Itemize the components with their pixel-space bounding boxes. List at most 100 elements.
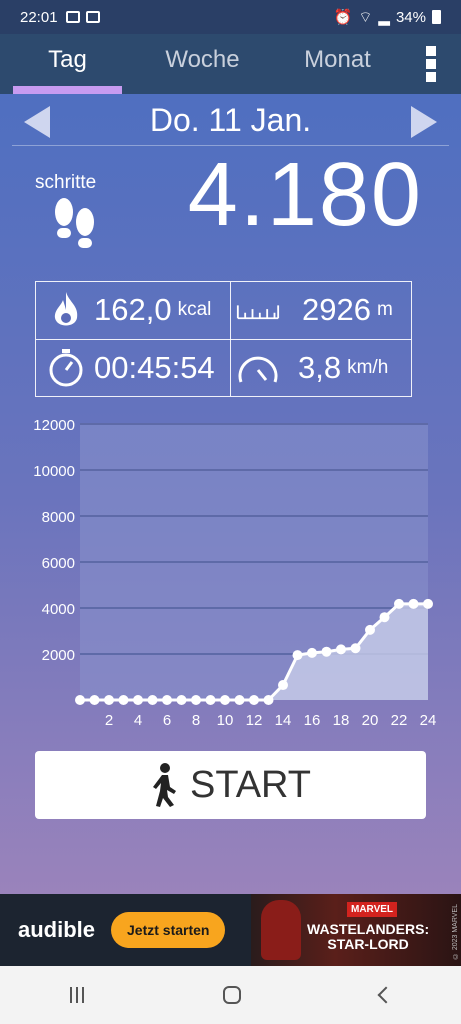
chart-point xyxy=(408,598,419,609)
ruler-icon xyxy=(236,299,280,321)
y-tick-label: 4000 xyxy=(42,601,75,618)
distance-unit: m xyxy=(376,299,393,320)
x-tick-label: 20 xyxy=(362,712,379,729)
chart-point xyxy=(379,612,390,623)
x-tick-label: 22 xyxy=(391,712,408,729)
x-tick-label: 12 xyxy=(246,712,263,729)
battery-percent: 34% xyxy=(395,8,426,26)
speed-value: 3,8 xyxy=(298,350,342,385)
chart-point xyxy=(118,695,129,705)
chart-point xyxy=(292,650,303,661)
steps-count: 4.180 xyxy=(187,145,423,245)
chart-point xyxy=(133,695,143,705)
steps-chart: 200040006000800010000120002 4 6 8 10 12 14 16 18… xyxy=(33,417,437,729)
chart-point xyxy=(220,695,230,705)
y-tick-label: 6000 xyxy=(42,555,75,572)
duration-value: 00:45:54 xyxy=(94,350,215,385)
start-button-label: START xyxy=(189,763,312,806)
calories-unit: kcal xyxy=(177,299,212,320)
x-tick-label: 18 xyxy=(333,712,350,729)
chart-point xyxy=(147,695,158,705)
speed-stat: 3,8 km/h xyxy=(236,340,412,396)
x-tick-label: 24 xyxy=(420,712,437,729)
duration-stat: 00:45:54 xyxy=(44,340,230,396)
y-tick-label: 10000 xyxy=(33,463,75,480)
ad-banner[interactable]: audible Jetzt starten MARVEL WASTELANDER… xyxy=(0,894,461,966)
status-time: 22:01 xyxy=(20,8,58,26)
menu-dot-icon xyxy=(426,59,436,69)
main-panel: Do. 11 Jan. schritte 4.180 162,0 kcal 29… xyxy=(0,94,461,894)
recent-apps-button[interactable] xyxy=(69,987,84,1003)
chart-point xyxy=(263,695,274,705)
menu-dot-icon xyxy=(426,72,436,82)
chart-point xyxy=(336,644,346,655)
tab-tag[interactable]: Tag xyxy=(0,34,135,94)
x-tick-label: 8 xyxy=(192,712,200,729)
speedometer-icon xyxy=(236,348,280,388)
smile-icon xyxy=(85,11,100,23)
wifi-icon: ⌔ xyxy=(358,8,373,26)
chart-point xyxy=(191,695,201,705)
chart-point xyxy=(205,695,216,705)
y-tick-label: 8000 xyxy=(42,509,75,526)
overflow-menu-button[interactable] xyxy=(425,46,437,82)
stats-grid: 162,0 kcal 2926 m 00:45:54 3,8 km/h xyxy=(35,281,412,397)
tab-monat[interactable]: Monat xyxy=(270,34,405,94)
chart-point xyxy=(162,695,172,705)
ad-title: WASTELANDERS: STAR-LORD xyxy=(307,921,430,953)
ad-artwork: MARVEL WASTELANDERS: STAR-LORD © 2023 MA… xyxy=(251,894,461,966)
chart-point xyxy=(278,680,288,691)
ad-copyright: © 2023 MARVEL xyxy=(452,904,459,960)
ad-brand: audible xyxy=(18,917,96,942)
next-day-button[interactable] xyxy=(411,106,437,138)
chart-point xyxy=(365,624,375,635)
speed-unit: km/h xyxy=(347,357,389,378)
distance-stat: 2926 m xyxy=(236,282,412,338)
walking-person-icon xyxy=(152,763,176,807)
x-tick-label: 16 xyxy=(304,712,321,729)
chart-point xyxy=(104,695,114,705)
chart-point xyxy=(350,643,361,654)
footprints-icon xyxy=(55,198,94,248)
ad-title-line1: WASTELANDERS: xyxy=(307,921,430,937)
distance-value: 2926 xyxy=(302,292,371,327)
gallery-icon xyxy=(65,11,80,23)
chart-point xyxy=(75,695,85,705)
chart-point xyxy=(423,598,433,609)
stopwatch-icon xyxy=(44,349,88,387)
chart-point xyxy=(176,695,187,705)
date-navigator: Do. 11 Jan. xyxy=(12,94,449,146)
date-label: Do. 11 Jan. xyxy=(149,102,312,138)
y-tick-label: 2000 xyxy=(42,647,75,664)
back-button[interactable] xyxy=(377,986,394,1004)
x-tick-label: 2 xyxy=(105,712,113,729)
chart-point xyxy=(321,646,332,657)
calories-stat: 162,0 kcal xyxy=(44,282,230,338)
start-button[interactable]: START xyxy=(35,751,426,819)
ad-marvel-logo: MARVEL xyxy=(347,902,398,917)
chart-point xyxy=(234,695,245,705)
steps-label: schritte xyxy=(35,172,97,193)
tab-woche[interactable]: Woche xyxy=(135,34,270,94)
y-tick-label: 12000 xyxy=(33,417,75,434)
battery-icon xyxy=(432,10,441,24)
system-nav-bar xyxy=(0,966,461,1024)
x-tick-label: 14 xyxy=(275,712,292,729)
home-button[interactable] xyxy=(222,986,241,1004)
signal-icon: ▂ xyxy=(378,9,390,26)
ad-character-image xyxy=(261,900,301,960)
ad-title-line2: STAR-LORD xyxy=(327,936,409,953)
chart-point xyxy=(89,695,100,705)
tab-bar: Tag Woche Monat xyxy=(0,34,461,94)
ad-cta-button[interactable]: Jetzt starten xyxy=(111,912,226,948)
x-tick-label: 10 xyxy=(217,712,234,729)
chart-point xyxy=(307,647,317,658)
x-tick-label: 4 xyxy=(134,712,142,729)
chart-point xyxy=(249,695,259,705)
status-bar: 22:01 ⏰ ⌔ ▂ 34% xyxy=(0,0,461,34)
chart-point xyxy=(394,598,404,609)
alarm-icon: ⏰ xyxy=(333,9,353,26)
calories-value: 162,0 xyxy=(94,292,172,327)
x-tick-label: 6 xyxy=(163,712,171,729)
flame-icon xyxy=(44,290,88,330)
